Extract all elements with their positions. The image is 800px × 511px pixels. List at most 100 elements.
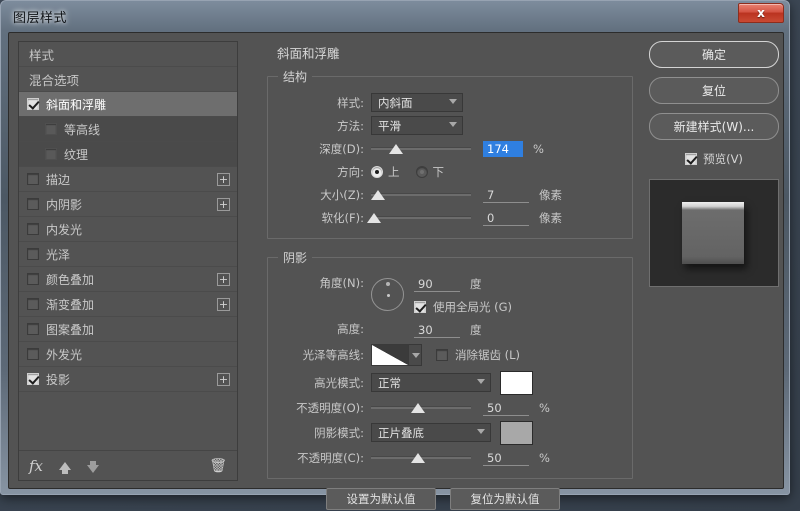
chevron-down-icon xyxy=(449,99,457,104)
sidebar-item-1[interactable]: 混合选项 xyxy=(19,67,237,92)
sidebar-item-checkbox[interactable] xyxy=(27,248,39,260)
angle-input[interactable]: 90 xyxy=(414,276,460,292)
chevron-down-icon xyxy=(449,122,457,127)
highlight-opacity-slider[interactable] xyxy=(371,400,471,416)
arrow-up-icon[interactable] xyxy=(59,461,72,474)
sidebar-item-3[interactable]: 等高线 xyxy=(19,117,237,142)
shadow-mode-select[interactable]: 正片叠底 xyxy=(371,423,491,442)
sidebar-item-4[interactable]: 纹理 xyxy=(19,142,237,167)
technique-label: 方法: xyxy=(337,118,364,133)
soften-label: 软化(F): xyxy=(321,210,364,225)
sidebar-item-9[interactable]: 颜色叠加 + xyxy=(19,267,237,292)
highlight-color-swatch[interactable] xyxy=(500,370,533,395)
soften-slider[interactable] xyxy=(367,210,471,226)
sidebar-item-add-icon[interactable]: + xyxy=(217,273,230,286)
shadow-opacity-input[interactable]: 50 xyxy=(483,450,529,466)
sidebar-item-label: 光泽 xyxy=(46,247,71,262)
altitude-input[interactable]: 30 xyxy=(414,322,460,338)
sidebar-item-label: 渐变叠加 xyxy=(46,297,95,312)
depth-label: 深度(D): xyxy=(319,141,364,156)
gloss-contour-swatch[interactable] xyxy=(371,344,409,366)
size-input[interactable]: 7 xyxy=(483,187,529,203)
sidebar-item-add-icon[interactable]: + xyxy=(217,373,230,386)
direction-up-radio[interactable] xyxy=(371,165,383,178)
close-icon[interactable]: x xyxy=(738,3,784,23)
shadow-color-swatch[interactable] xyxy=(500,420,533,445)
sidebar-item-13[interactable]: 投影 + xyxy=(19,367,237,392)
trash-icon[interactable]: 🗑 xyxy=(209,458,227,474)
layer-style-dialog: 样式 混合选项 斜面和浮雕 等高线 纹理 描边 + 内阴影 + 内发光 光泽 颜色叠加 + 渐变叠加 + 图案… xyxy=(8,32,784,510)
size-slider-knob[interactable] xyxy=(371,189,385,200)
highlight-mode-label: 高光模式: xyxy=(314,375,364,390)
sidebar-item-label: 内发光 xyxy=(46,222,83,237)
sidebar-item-8[interactable]: 光泽 xyxy=(19,242,237,267)
sidebar-item-5[interactable]: 描边 + xyxy=(19,167,237,192)
global-light-row: 使用全局光 (G) xyxy=(414,295,512,318)
soften-slider-knob[interactable] xyxy=(367,212,381,223)
set-default-button[interactable]: 设置为默认值 xyxy=(326,488,436,510)
sidebar-item-checkbox[interactable] xyxy=(27,273,39,285)
arrow-down-icon[interactable] xyxy=(87,460,100,473)
sidebar-item-checkbox[interactable] xyxy=(27,298,39,310)
sidebar-item-checkbox[interactable] xyxy=(27,173,39,185)
shadow-opacity-row: 不透明度(C): 50 % xyxy=(276,446,624,469)
shadow-mode-label: 阴影模式: xyxy=(314,425,364,440)
highlight-opacity-label: 不透明度(O): xyxy=(296,400,364,415)
sidebar-item-checkbox[interactable] xyxy=(27,198,39,210)
sidebar-item-7[interactable]: 内发光 xyxy=(19,217,237,242)
depth-input[interactable]: 174 xyxy=(483,140,523,157)
depth-slider[interactable] xyxy=(371,141,471,157)
highlight-opacity-input[interactable]: 50 xyxy=(483,400,529,416)
shadow-mode-value: 正片叠底 xyxy=(378,425,424,440)
sidebar-item-checkbox[interactable] xyxy=(27,373,39,385)
direction-down-radio[interactable] xyxy=(415,165,428,178)
structure-group: 结构 样式: 内斜面 方法: 平滑 深度(D): 174 % 方向: 上 下 大… xyxy=(267,68,633,239)
sidebar-item-6[interactable]: 内阴影 + xyxy=(19,192,237,217)
highlight-mode-value: 正常 xyxy=(378,375,401,390)
size-slider-track xyxy=(371,193,471,196)
reset-default-button[interactable]: 复位为默认值 xyxy=(450,488,560,510)
sidebar-item-10[interactable]: 渐变叠加 + xyxy=(19,292,237,317)
angle-dial[interactable] xyxy=(371,278,404,311)
shadow-opacity-knob[interactable] xyxy=(411,452,425,463)
ok-button[interactable]: 确定 xyxy=(649,41,779,68)
soften-unit: 像素 xyxy=(539,210,562,225)
soften-input[interactable]: 0 xyxy=(483,210,529,226)
highlight-opacity-unit: % xyxy=(539,400,550,415)
sidebar-item-11[interactable]: 图案叠加 xyxy=(19,317,237,342)
sidebar-item-checkbox[interactable] xyxy=(45,123,57,135)
sidebar-item-12[interactable]: 外发光 xyxy=(19,342,237,367)
sidebar-item-label: 颜色叠加 xyxy=(46,272,95,287)
sidebar-item-0[interactable]: 样式 xyxy=(19,42,237,67)
shading-legend: 阴影 xyxy=(283,251,308,265)
sidebar-item-checkbox[interactable] xyxy=(27,98,39,110)
size-slider[interactable] xyxy=(371,187,471,203)
sidebar-item-add-icon[interactable]: + xyxy=(217,198,230,211)
sidebar-item-checkbox[interactable] xyxy=(27,223,39,235)
sidebar-item-add-icon[interactable]: + xyxy=(217,298,230,311)
reset-button[interactable]: 复位 xyxy=(649,77,779,104)
gloss-contour-dropdown[interactable] xyxy=(409,344,422,366)
effect-title: 斜面和浮雕 xyxy=(277,46,340,61)
shadow-opacity-slider[interactable] xyxy=(371,450,471,466)
sidebar-item-2[interactable]: 斜面和浮雕 xyxy=(19,92,237,117)
style-select[interactable]: 内斜面 xyxy=(371,93,463,112)
sidebar-item-add-icon[interactable]: + xyxy=(217,173,230,186)
fx-icon[interactable]: fx xyxy=(29,457,43,475)
window-title: 图层样式 xyxy=(13,11,68,26)
global-light-checkbox[interactable] xyxy=(414,300,426,313)
antialias-checkbox[interactable] xyxy=(436,349,448,361)
highlight-mode-select[interactable]: 正常 xyxy=(371,373,491,392)
sidebar-item-checkbox[interactable] xyxy=(45,148,57,160)
new-style-button[interactable]: 新建样式(W)... xyxy=(649,113,779,140)
window-titlebar[interactable]: 图层样式 x xyxy=(1,1,789,31)
technique-select[interactable]: 平滑 xyxy=(371,116,463,135)
angle-value-row: 90 度 xyxy=(414,272,512,295)
preview-toggle[interactable]: 预览(V) xyxy=(649,149,779,169)
sidebar-item-checkbox[interactable] xyxy=(27,323,39,335)
preview-checkbox[interactable] xyxy=(685,153,698,165)
depth-slider-knob[interactable] xyxy=(389,143,403,154)
sidebar-item-checkbox[interactable] xyxy=(27,348,39,360)
highlight-opacity-knob[interactable] xyxy=(411,402,425,413)
angle-dial-handle[interactable] xyxy=(386,282,390,286)
